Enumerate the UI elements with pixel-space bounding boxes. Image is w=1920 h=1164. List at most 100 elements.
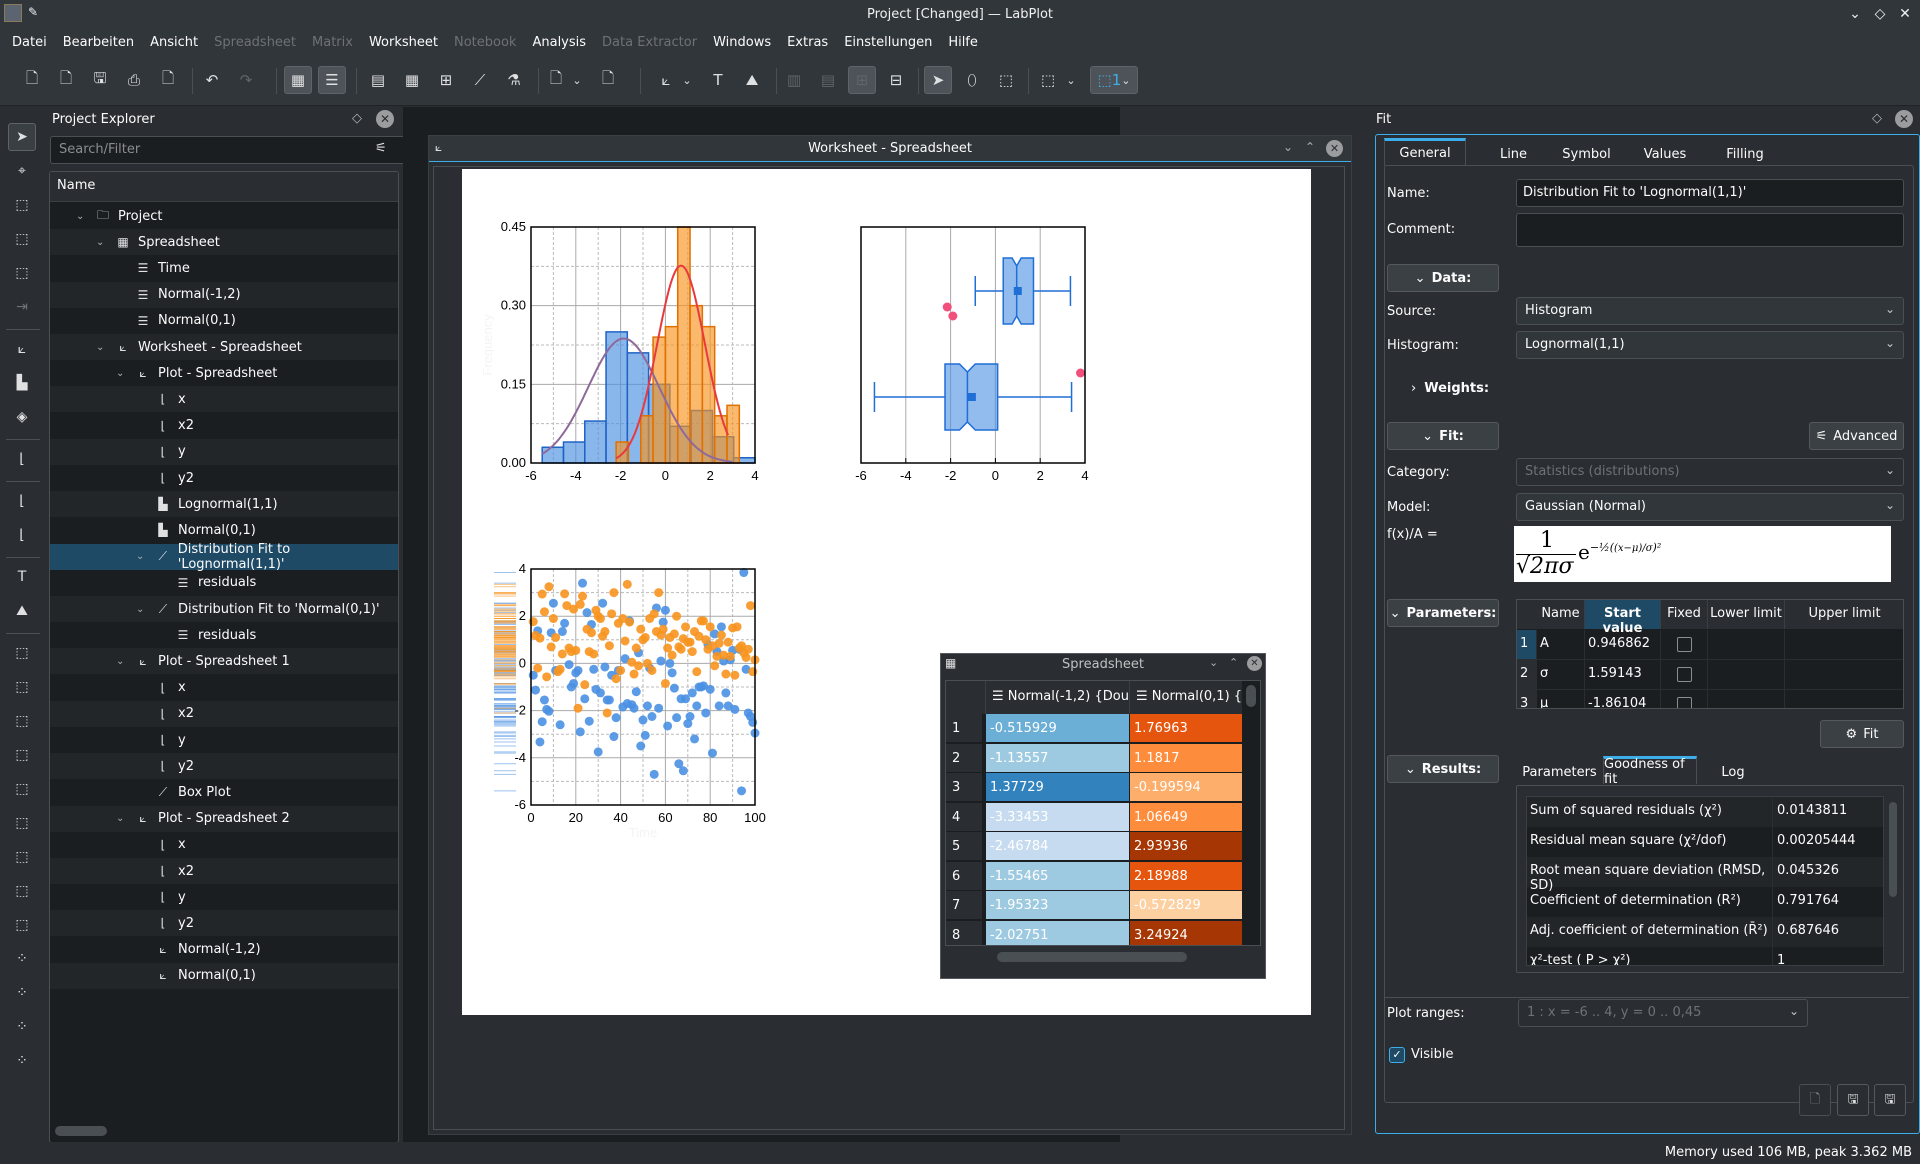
zoom-in-icon[interactable]: ⬚ xyxy=(8,741,36,769)
table-cell[interactable]: 2.18988 xyxy=(1130,861,1242,891)
add-image-icon[interactable]: ⛰ xyxy=(738,66,766,94)
menu-ansicht[interactable]: Ansicht xyxy=(142,28,206,58)
tree-item[interactable]: ⌄ ⟀ Plot - Spreadsheet 1 xyxy=(50,648,398,675)
close-icon[interactable]: ✕ xyxy=(1895,4,1915,24)
y-axis-tool-icon[interactable]: ⌊ xyxy=(8,521,36,549)
scale-auto-x-icon[interactable]: ⬚ xyxy=(8,673,36,701)
param-header[interactable]: Fixed xyxy=(1661,600,1708,629)
spreadsheet-titlebar[interactable]: ▦ Spreadsheet ⌄ ⌃ ✕ xyxy=(941,654,1265,676)
filter-settings-icon[interactable]: ⚟ xyxy=(375,141,387,156)
menu-hilfe[interactable]: Hilfe xyxy=(940,28,986,58)
spreadsheet-view[interactable]: ▦ Spreadsheet ⌄ ⌃ ✕ ☰ Normal(-1,2) {Dou … xyxy=(940,653,1266,979)
table-cell[interactable]: -0.515929 xyxy=(986,714,1129,743)
expand-chevron-icon[interactable]: ⌄ xyxy=(96,237,104,248)
table-cell[interactable]: -0.572829 xyxy=(1130,891,1242,920)
export-icon[interactable]: 🗋 xyxy=(594,66,622,94)
column-header[interactable]: Name xyxy=(50,172,398,202)
param-header[interactable]: Lower limit xyxy=(1708,600,1785,629)
result-tab-parameters[interactable]: Parameters xyxy=(1516,758,1603,786)
table-cell[interactable]: -1.13557 xyxy=(986,743,1129,773)
shade-icon[interactable]: ⌄ xyxy=(1209,656,1218,669)
histogram-select[interactable]: Lognormal(1,1) ⌄ xyxy=(1516,331,1904,359)
expand-chevron-icon[interactable]: ⌄ xyxy=(116,368,124,379)
zoom-y-selection-icon[interactable]: ⬚ xyxy=(8,259,36,287)
source-select[interactable]: Histogram ⌄ xyxy=(1516,297,1904,325)
zoom-in-y-icon[interactable]: ⬚ xyxy=(8,877,36,905)
param-header[interactable]: Upper limit xyxy=(1785,600,1903,629)
xy-curve-icon[interactable]: ⟀ xyxy=(8,335,36,363)
tree-item[interactable]: ⌄ ⟋ Distribution Fit to 'Lognormal(1,1)' xyxy=(50,542,398,572)
magnification-icon[interactable]: ⬚1 ⌄ xyxy=(1090,66,1138,94)
table-cell[interactable]: 1.06649 xyxy=(1130,802,1242,832)
new-project-icon[interactable]: 🗋 xyxy=(18,66,46,94)
menu-bearbeiten[interactable]: Bearbeiten xyxy=(55,28,142,58)
zoom-out-x-icon[interactable]: ⬚ xyxy=(8,843,36,871)
row-header[interactable]: 7 xyxy=(946,891,982,920)
open-project-icon[interactable]: 🗋 xyxy=(52,66,80,94)
float-icon[interactable]: ◇ xyxy=(352,111,362,126)
row-header[interactable]: 2 xyxy=(946,743,982,773)
horizontal-scrollbar[interactable] xyxy=(55,1126,107,1136)
new-worksheet-icon[interactable]: ⟋ xyxy=(466,66,494,94)
table-cell[interactable]: 1.37729 xyxy=(986,773,1129,802)
tree-item[interactable]: ⌊ x2 xyxy=(50,413,398,439)
corner-header[interactable] xyxy=(946,681,986,714)
category-select[interactable]: Statistics (distributions) ⌄ xyxy=(1516,458,1904,486)
shift-down-icon[interactable]: ⁘ xyxy=(8,1047,36,1075)
tree-item[interactable]: ⌊ x xyxy=(50,832,398,858)
tree-item[interactable]: ⌊ y xyxy=(50,884,398,910)
tree-item[interactable]: ⌊ y xyxy=(50,438,398,465)
select-tool-icon[interactable]: ➤ xyxy=(8,123,36,151)
results-section-toggle[interactable]: ⌄ Results: xyxy=(1387,755,1499,783)
import-dropdown-icon[interactable]: ⌄ xyxy=(568,66,586,94)
new-folder-icon[interactable]: ▤ xyxy=(364,66,392,94)
vertical-scrollbar[interactable] xyxy=(1246,685,1256,707)
column-header[interactable]: ☰ Normal(-1,2) {Dou xyxy=(986,681,1130,714)
zoom-dropdown-icon[interactable]: ⌄ xyxy=(1062,66,1080,94)
tab-values[interactable]: Values xyxy=(1631,140,1699,168)
menu-data-extractor[interactable]: Data Extractor xyxy=(594,28,705,58)
table-cell[interactable]: -2.02751 xyxy=(986,920,1129,945)
scale-auto-icon[interactable]: ⬚ xyxy=(8,639,36,667)
advanced-button[interactable]: ⚟ Advanced xyxy=(1809,422,1904,450)
close-icon[interactable]: ✕ xyxy=(376,110,394,128)
row-header[interactable]: 1 xyxy=(946,714,982,743)
param-start-value-input[interactable]: 0.946862 xyxy=(1585,630,1661,660)
table-cell[interactable]: 1.76963 xyxy=(1130,714,1242,743)
tree-item[interactable]: ⌄ ▦ Spreadsheet xyxy=(50,229,398,256)
close-icon[interactable]: ✕ xyxy=(1247,656,1262,671)
explorer-toggle-icon[interactable]: ▦ xyxy=(284,66,312,94)
expand-chevron-icon[interactable]: ⌄ xyxy=(136,551,144,562)
new-spreadsheet-icon[interactable]: ▦ xyxy=(398,66,426,94)
tab-symbol[interactable]: Symbol xyxy=(1549,140,1624,168)
menu-analysis[interactable]: Analysis xyxy=(524,28,594,58)
tree-item[interactable]: ☰ Normal(0,1) xyxy=(50,308,398,334)
table-cell[interactable]: 1.1817 xyxy=(1130,743,1242,773)
tree-item[interactable]: ⌊ x2 xyxy=(50,858,398,884)
tree-item[interactable]: ⌊ y xyxy=(50,727,398,753)
axis-icon[interactable]: ⌊ xyxy=(8,445,36,473)
select-mode-icon[interactable]: ➤ xyxy=(924,66,952,94)
zoom-mode-icon[interactable]: ⬚ xyxy=(992,66,1020,94)
tree-item[interactable]: ⌊ y2 xyxy=(50,910,398,937)
maximize-icon[interactable]: ◇ xyxy=(1870,4,1890,24)
tree-item[interactable]: ☰ residuals xyxy=(50,622,398,648)
param-fixed-cell[interactable] xyxy=(1661,660,1708,690)
row-header[interactable]: 5 xyxy=(946,832,982,861)
column-header[interactable]: ☰ Normal(0,1) { xyxy=(1130,681,1242,714)
fourier-icon[interactable]: ◈ xyxy=(8,403,36,431)
table-cell[interactable]: -0.199594 xyxy=(1130,773,1242,802)
fixed-checkbox[interactable] xyxy=(1677,667,1692,682)
param-fixed-cell[interactable] xyxy=(1661,690,1708,708)
table-cell[interactable]: -3.33453 xyxy=(986,802,1129,832)
tree-item[interactable]: ⌊ x xyxy=(50,675,398,701)
tree-item[interactable]: ⟀ Normal(-1,2) xyxy=(50,937,398,963)
zoom-x-selection-icon[interactable]: ⬚ xyxy=(8,225,36,253)
save-icon[interactable]: 🖫 xyxy=(86,66,114,94)
tree-item[interactable]: ▙ Normal(0,1) xyxy=(50,517,398,543)
zoom-out-y-icon[interactable]: ⬚ xyxy=(8,911,36,939)
param-row-header[interactable]: 1 xyxy=(1517,630,1537,660)
tree-item[interactable]: ☰ Normal(-1,2) xyxy=(50,281,398,308)
tree-item[interactable]: ⌊ x xyxy=(50,386,398,413)
param-lower-limit-input[interactable] xyxy=(1708,690,1785,708)
